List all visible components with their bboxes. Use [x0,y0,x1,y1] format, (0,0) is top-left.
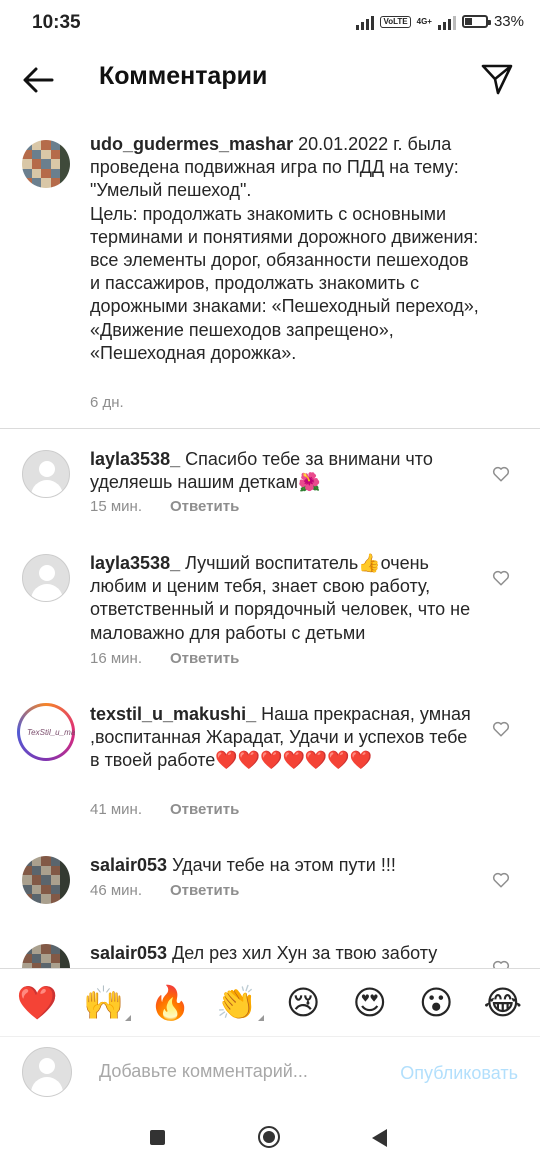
avatar[interactable] [22,450,70,498]
back-triangle-icon[interactable] [372,1129,387,1147]
signal-icon-2 [437,14,456,30]
emoji-crying-button[interactable]: 😢 [278,983,328,1022]
avatar-image [22,140,70,188]
my-avatar [22,1047,72,1097]
status-icons: VoLTE 4G+ 33% [356,13,524,30]
network-type: 4G+ [416,17,432,26]
emoji-clap-button[interactable]: 👏 [212,983,264,1023]
comment-item: layla3538_ Спасибо тебе за внимани что у… [0,448,540,538]
reply-button[interactable]: Ответить [170,882,239,899]
comment-text: layla3538_ Спасибо тебе за внимани что у… [90,448,480,494]
recent-apps-icon[interactable] [150,1130,165,1145]
comment-time: 41 мин. [90,801,142,818]
reply-button[interactable]: Ответить [170,498,239,515]
comment-text: layla3538_ Лучший воспитатель👍очень люби… [90,552,480,645]
avatar[interactable] [22,140,70,188]
emoji-heart-button[interactable]: ❤️ [12,983,62,1023]
caption-username[interactable]: udo_gudermes_mashar [90,134,293,154]
battery-level [464,18,472,25]
avatar-image [22,944,70,968]
comment-time: 16 мин. [90,650,142,667]
caption-text: udo_gudermes_mashar 20.01.2022 г. была п… [90,133,480,365]
heart-outline-icon[interactable] [492,569,510,587]
caption-time: 6 дн. [90,394,124,411]
divider [0,428,540,429]
comment-time: 46 мин. [90,882,142,899]
comment-username[interactable]: salair053 [90,855,167,875]
caption-meta: 6 дн. [90,394,124,411]
comment-meta: 46 мин. Ответить [90,882,239,899]
heart-outline-icon[interactable] [492,465,510,483]
comment-body: Дел рез хил Хун за твою заботу [167,943,438,963]
comment-time: 15 мин. [90,498,142,515]
comment-item: TexStil_u_makushi texstil_u_makushi_ Наш… [0,703,540,833]
avatar-image [22,856,70,904]
arrow-left-icon[interactable] [20,62,56,98]
emoji-raised-hands-button[interactable]: 🙌 [79,983,131,1023]
avatar[interactable] [22,944,70,968]
comment-username[interactable]: layla3538_ [90,449,180,469]
avatar[interactable] [22,554,70,602]
comment-body: Удачи тебе на этом пути !!! [167,855,396,875]
comment-meta: 41 мин. Ответить [90,801,239,818]
status-time: 10:35 [32,12,81,33]
page-title: Комментарии [99,62,268,90]
avatar-logo-text: TexStil_u_makushi [27,727,75,737]
header: Комментарии [0,48,540,110]
comment-item: salair053 Удачи тебе на этом пути !!! 46… [0,854,540,924]
emoji-fire-button[interactable]: 🔥 [145,983,195,1023]
publish-button[interactable]: Опубликовать [400,1063,518,1084]
emoji-laughing-button[interactable]: 😂 [478,983,528,1022]
comment-username[interactable]: texstil_u_makushi_ [90,704,256,724]
emoji-wow-button[interactable]: 😮 [411,983,461,1022]
signal-icon [356,14,375,30]
heart-outline-icon[interactable] [492,959,510,968]
comment-item: layla3538_ Лучший воспитатель👍очень люби… [0,552,540,682]
comment-composer: Добавьте комментарий... Опубликовать [0,1036,540,1109]
heart-outline-icon[interactable] [492,871,510,889]
reply-button[interactable]: Ответить [170,801,239,818]
comment-username[interactable]: layla3538_ [90,553,180,573]
volte-badge: VoLTE [380,15,411,28]
comment-input[interactable]: Добавьте комментарий... [99,1061,308,1082]
heart-outline-icon[interactable] [492,720,510,738]
comment-text: salair053 Дел рез хил Хун за твою заботу [90,942,480,965]
battery-percent: 33% [493,13,524,30]
avatar[interactable]: TexStil_u_makushi [17,703,75,761]
paper-plane-icon[interactable] [480,62,514,96]
reply-button[interactable]: Ответить [170,650,239,667]
avatar[interactable] [22,856,70,904]
comment-text: salair053 Удачи тебе на этом пути !!! [90,854,480,877]
battery-icon [461,15,491,28]
comment-username[interactable]: salair053 [90,943,167,963]
comment-meta: 15 мин. Ответить [90,498,239,515]
emoji-quick-bar: ❤️ 🙌 🔥 👏 😢 😍 😮 😂 [0,968,540,1036]
home-icon[interactable] [258,1126,280,1148]
system-nav-bar [0,1108,540,1170]
emoji-heart-eyes-button[interactable]: 😍 [345,983,395,1022]
comment-item: salair053 Дел рез хил Хун за твою заботу [0,942,540,968]
comment-text: texstil_u_makushi_ Наша прекрасная, умна… [90,703,480,773]
comment-meta: 16 мин. Ответить [90,650,239,667]
post-caption: udo_gudermes_mashar 20.01.2022 г. была п… [0,130,540,425]
caption-body: 20.01.2022 г. была проведена подвижная и… [90,134,479,363]
avatar-logo: TexStil_u_makushi [20,706,75,758]
status-bar: 10:35 VoLTE 4G+ 33% [0,0,540,48]
